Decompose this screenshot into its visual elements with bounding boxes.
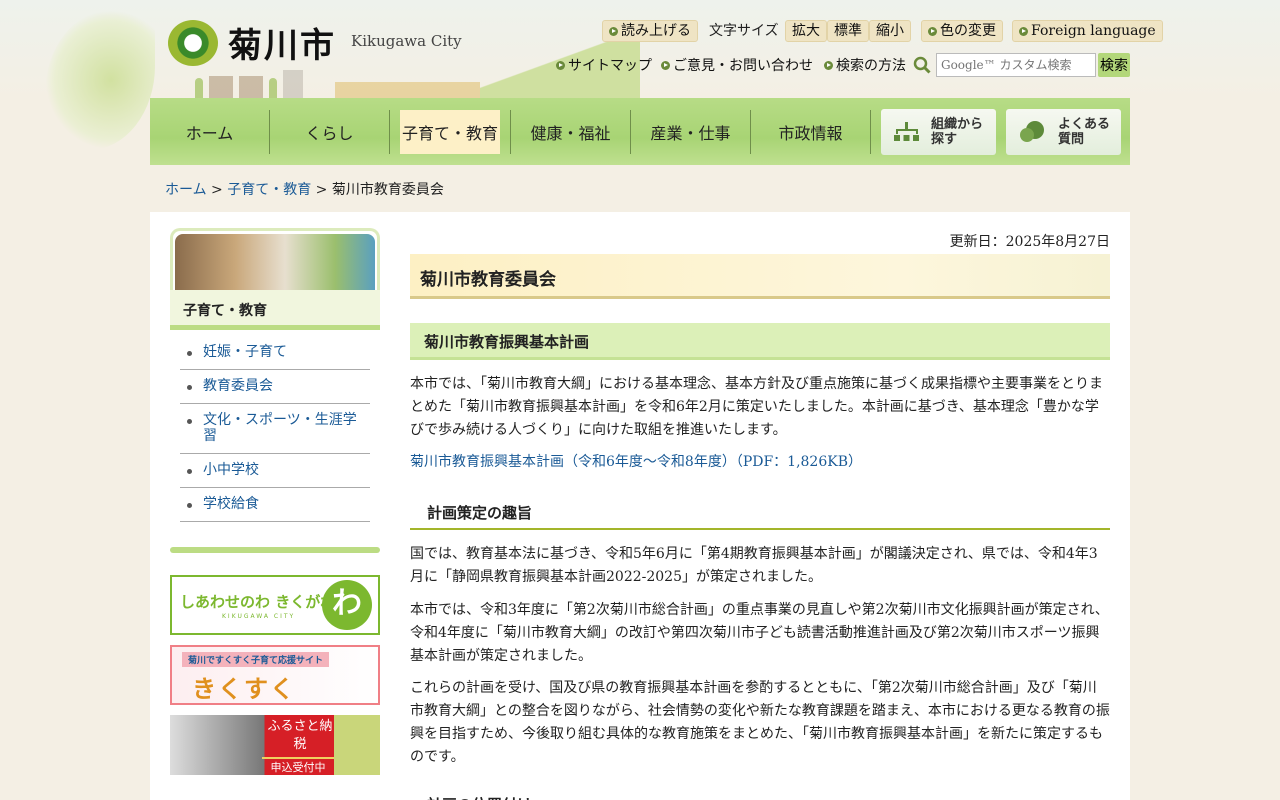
subsection-heading: 計画の位置付け <box>410 790 1110 800</box>
color-change-button[interactable]: 色の変更 <box>921 20 1003 42</box>
arrow-bullet-icon <box>928 26 937 36</box>
nav-home[interactable]: ホーム <box>150 109 270 154</box>
sidebar-link[interactable]: 妊娠・子育て <box>203 344 287 360</box>
foreign-language-button[interactable]: Foreign language <box>1012 20 1163 42</box>
nav-industry-work[interactable]: 産業・仕事 <box>631 109 751 154</box>
foreign-language-label: Foreign language <box>1031 23 1156 39</box>
text-size-label: 文字サイズ <box>709 23 779 39</box>
logo-text: 菊川市 <box>228 26 336 66</box>
pdf-link[interactable]: 菊川市教育振興基本計画（令和6年度〜令和8年度）（PDF：1,826KB） <box>410 451 862 474</box>
arrow-bullet-icon <box>1019 26 1028 36</box>
arrow-bullet-icon <box>824 60 833 70</box>
sidebar-item-school-lunch: 学校給食 <box>180 488 370 522</box>
read-aloud-button[interactable]: 読み上げる <box>602 20 698 42</box>
kikusuku-banner[interactable]: 菊川ですくすく子育て応援サイト きくすく <box>170 645 380 705</box>
search-help-link[interactable]: 検索の方法 <box>824 55 906 75</box>
nav-city-info[interactable]: 市政情報 <box>751 109 871 154</box>
shiawase-banner[interactable]: しあわせのわ きくがわ KIKUGAWA CITY わ <box>170 575 380 635</box>
org-chart-icon <box>894 121 919 141</box>
search-button[interactable]: 検索 <box>1098 53 1130 77</box>
enlarge-text-button[interactable]: 拡大 <box>785 20 827 42</box>
breadcrumb: ホーム > 子育て・教育 > 菊川市教育委員会 <box>165 182 444 198</box>
sitemap-link[interactable]: サイトマップ <box>556 55 652 75</box>
search-input[interactable] <box>936 53 1096 77</box>
nav-health-welfare[interactable]: 健康・福祉 <box>511 109 631 154</box>
breadcrumb-current: 菊川市教育委員会 <box>331 182 444 198</box>
sidebar-link[interactable]: 教育委員会 <box>203 378 273 394</box>
furusato-nozei-banner[interactable]: ふるさと納税 申込受付中 <box>170 715 380 775</box>
logo-mark-icon <box>168 19 218 66</box>
sidebar-divider <box>170 547 380 553</box>
sidebar-link[interactable]: 小中学校 <box>203 462 259 478</box>
sidebar-menu: 妊娠・子育て 教育委員会 文化・スポーツ・生涯学習 小中学校 学校給食 <box>180 336 370 522</box>
paragraph: 国では、教育基本法に基づき、令和5年6月に「第4期教育振興基本計画」が閣議決定さ… <box>410 546 1098 585</box>
sidebar-link[interactable]: 文化・スポーツ・生涯学習 <box>203 412 357 444</box>
read-aloud-label: 読み上げる <box>621 23 691 39</box>
faq-button[interactable]: よくある 質問 <box>1006 108 1121 155</box>
arrow-bullet-icon <box>556 60 565 70</box>
search-icon <box>913 56 931 74</box>
breadcrumb-parent[interactable]: 子育て・教育 <box>227 182 311 198</box>
sitemap-label: サイトマップ <box>568 58 652 74</box>
sidebar-item-board-of-education: 教育委員会 <box>180 370 370 404</box>
sidebar-item-pregnancy: 妊娠・子育て <box>180 336 370 370</box>
faq-label: よくある 質問 <box>1058 116 1111 147</box>
subsection-heading: 計画策定の趣旨 <box>410 498 1110 530</box>
town-illustration <box>195 68 495 98</box>
sidebar-link[interactable]: 学校給食 <box>203 496 259 512</box>
global-nav: ホーム くらし 子育て・教育 健康・福祉 産業・仕事 市政情報 組織から 探す よ… <box>150 98 1130 165</box>
site-logo[interactable]: 菊川市 <box>168 18 336 67</box>
page-title: 菊川市教育委員会 <box>410 254 1110 299</box>
sidebar-item-culture-sports: 文化・スポーツ・生涯学習 <box>180 404 370 454</box>
contact-link[interactable]: ご意見・お問い合わせ <box>661 55 813 75</box>
sidebar-photo <box>175 234 375 290</box>
section-heading: 菊川市教育振興基本計画 <box>410 323 1110 360</box>
org-search-button[interactable]: 組織から 探す <box>881 108 996 155</box>
nav-living[interactable]: くらし <box>270 109 390 154</box>
org-search-label: 組織から 探す <box>931 116 984 147</box>
search-help-label: 検索の方法 <box>836 58 906 74</box>
paragraph: これらの計画を受け、国及び県の教育振興基本計画を参酌するとともに、「第2次菊川市… <box>410 680 1110 765</box>
updated-date: 更新日：2025年8月27日 <box>949 234 1110 250</box>
logo-english: Kikugawa City <box>351 32 462 50</box>
arrow-bullet-icon <box>661 60 670 70</box>
sidebar-title: 子育て・教育 <box>170 290 380 330</box>
arrow-bullet-icon <box>609 26 618 36</box>
nav-childcare-education[interactable]: 子育て・教育 <box>400 109 500 154</box>
sidebar-item-schools: 小中学校 <box>180 454 370 488</box>
paragraph: 本市では、「菊川市教育大綱」における基本理念、基本方針及び重点施策に基づく成果指… <box>410 376 1103 438</box>
breadcrumb-home[interactable]: ホーム <box>165 182 207 198</box>
chat-bubbles-icon <box>1020 120 1044 142</box>
standard-text-button[interactable]: 標準 <box>827 20 869 42</box>
color-change-label: 色の変更 <box>940 23 996 39</box>
paragraph: 本市では、令和3年度に「第2次菊川市総合計画」の重点事業の見直しや第2次菊川市文… <box>410 602 1109 664</box>
shrink-text-button[interactable]: 縮小 <box>869 20 911 42</box>
contact-label: ご意見・お問い合わせ <box>673 58 813 74</box>
